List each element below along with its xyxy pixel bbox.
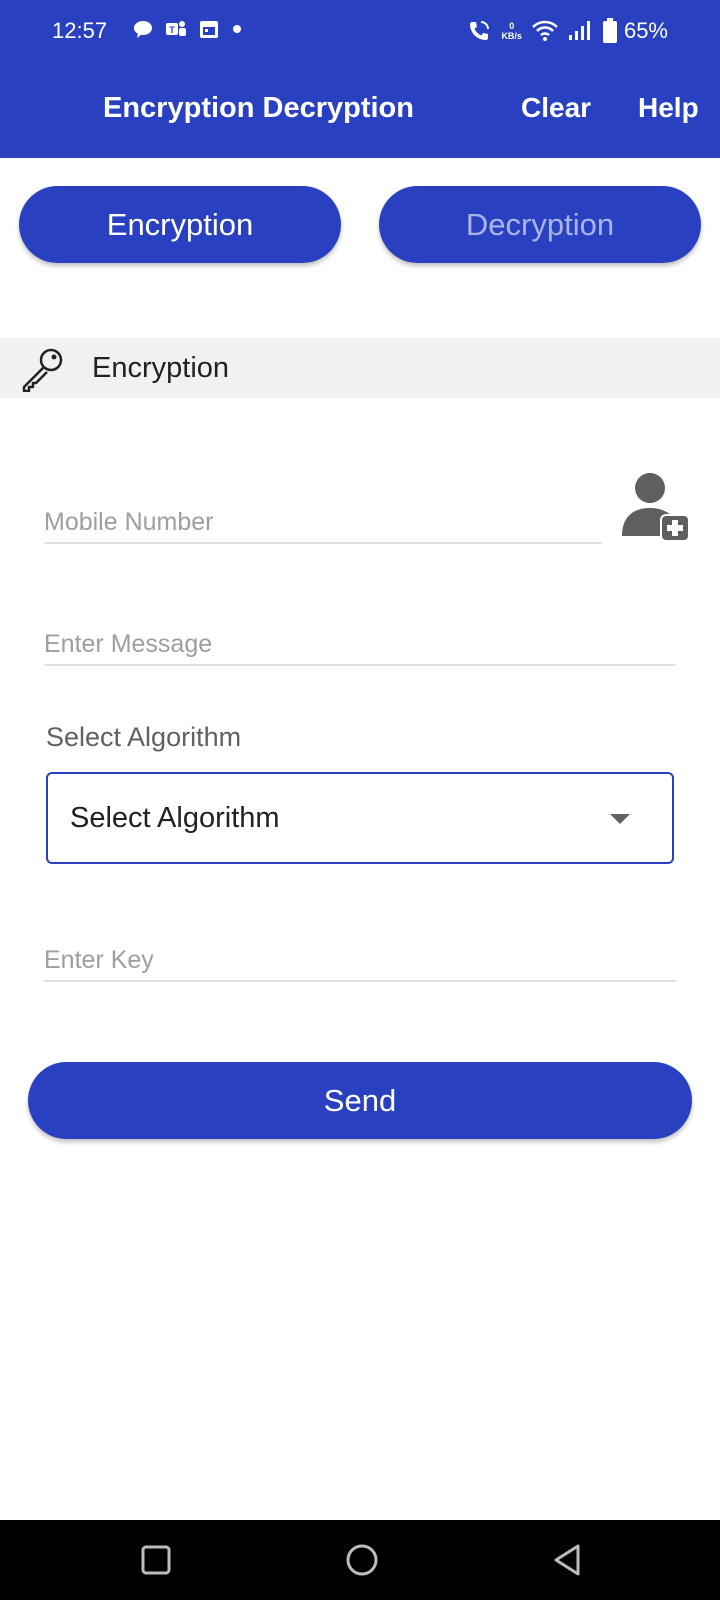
tab-decryption[interactable]: Decryption (379, 186, 701, 263)
system-nav-bar (0, 1520, 720, 1600)
status-time: 12:57 (52, 18, 108, 43)
message-field[interactable] (44, 614, 676, 666)
section-header: Encryption (0, 338, 720, 398)
send-button[interactable]: Send (28, 1062, 692, 1139)
tab-encryption[interactable]: Encryption (19, 186, 341, 263)
algorithm-selected-value: Select Algorithm (70, 802, 280, 834)
add-contact-icon[interactable] (620, 470, 690, 542)
clear-button[interactable]: Clear (521, 92, 591, 124)
key-input[interactable] (44, 930, 676, 980)
section-title: Encryption (92, 352, 230, 384)
calendar-icon (200, 21, 218, 38)
signal-icon (568, 21, 590, 40)
svg-text:T: T (169, 25, 175, 35)
battery-percent: 65% (623, 18, 668, 43)
algorithm-label: Select Algorithm (46, 722, 242, 752)
status-right: 0 KB/s 65% (457, 14, 720, 48)
net-speed-unit: KB/s (501, 31, 522, 41)
dot-icon (233, 25, 241, 33)
key-icon (22, 348, 63, 392)
wifi-call-icon (470, 21, 490, 40)
dropdown-arrow-icon (610, 814, 630, 824)
app-title: Encryption Decryption (103, 92, 414, 124)
message-input[interactable] (44, 614, 676, 664)
mobile-number-field[interactable] (44, 492, 602, 544)
key-field[interactable] (44, 930, 676, 982)
chat-bubble-icon (134, 21, 152, 38)
app-bar: 12:57 T 0 KB/s 65% Encryption Decryption… (0, 0, 720, 158)
notification-icons: T (132, 18, 244, 40)
net-speed: 0 KB/s (501, 21, 522, 41)
teams-icon: T (166, 21, 186, 36)
recent-apps-icon[interactable] (138, 1542, 174, 1578)
help-button[interactable]: Help (638, 92, 699, 124)
wifi-icon (532, 20, 558, 41)
battery-icon (602, 18, 617, 43)
algorithm-select[interactable]: Select Algorithm (46, 772, 674, 864)
home-icon[interactable] (344, 1542, 380, 1578)
back-icon[interactable] (550, 1542, 586, 1578)
status-bar: 12:57 T 0 KB/s 65% (0, 0, 720, 62)
net-speed-value: 0 (509, 21, 515, 31)
mobile-number-input[interactable] (44, 492, 602, 542)
